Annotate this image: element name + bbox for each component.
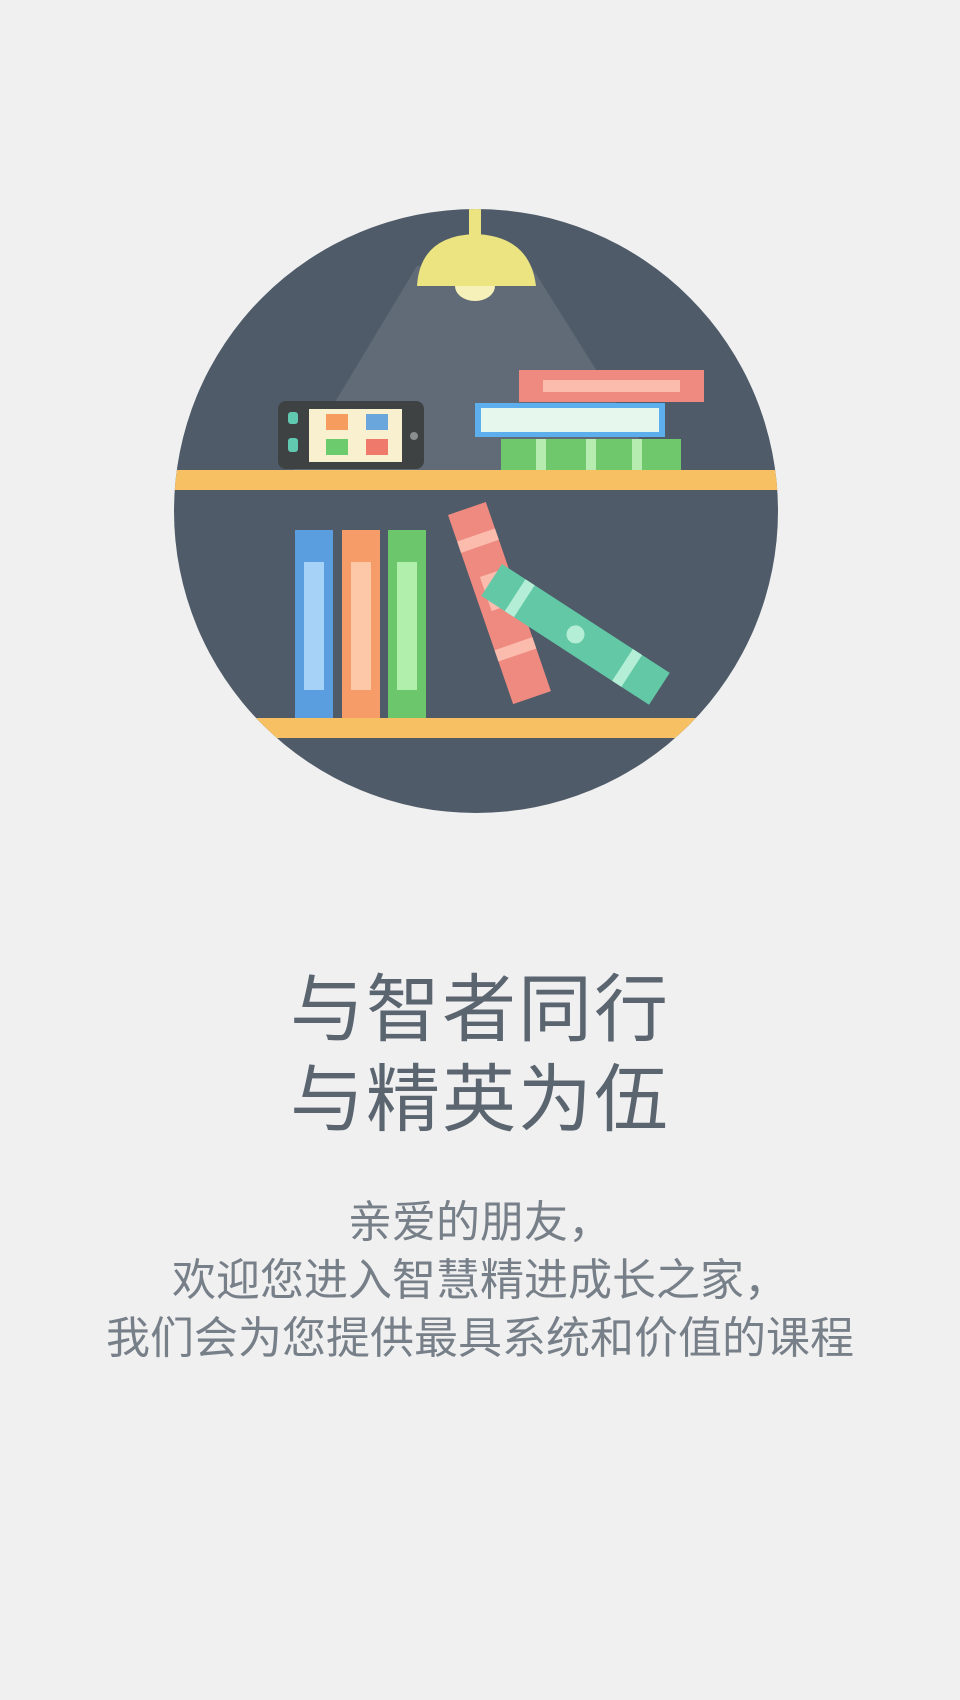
phone-icon	[278, 401, 424, 469]
bottom-shelf	[174, 718, 778, 738]
headline-line-1: 与智者同行	[290, 967, 670, 1053]
top-shelf	[174, 470, 778, 490]
description-line-3: 我们会为您提供最具系统和价值的课程	[106, 1313, 854, 1364]
upright-books	[295, 530, 426, 726]
welcome-screen: 与智者同行 与精英为伍 亲爱的朋友， 欢迎您进入智慧精进成长之家， 我们会为您提…	[0, 0, 960, 1700]
bookshelf-illustration	[174, 208, 778, 814]
lamp-cord	[469, 209, 481, 237]
description-line-1: 亲爱的朋友，	[348, 1197, 612, 1248]
headline-line-2: 与精英为伍	[290, 1057, 670, 1143]
description-line-2: 欢迎您进入智慧精进成长之家，	[172, 1255, 788, 1306]
bookshelf-lamp-illustration	[174, 209, 778, 813]
